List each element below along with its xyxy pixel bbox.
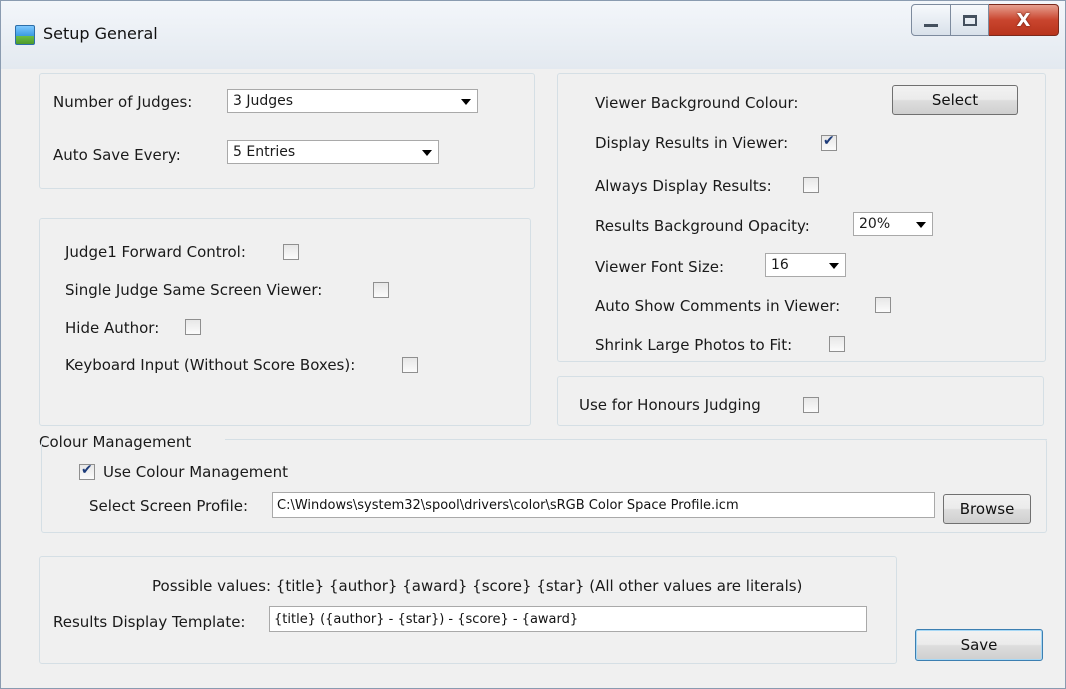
keyboard-input-label: Keyboard Input (Without Score Boxes): [65,356,356,374]
auto-save-value: 5 Entries [233,144,296,160]
single-judge-checkbox[interactable] [373,282,389,298]
keyboard-input-checkbox[interactable] [402,357,418,373]
always-display-label: Always Display Results: [595,177,772,195]
use-colour-management-label: Use Colour Management [103,463,289,481]
honours-judging-label: Use for Honours Judging [579,396,761,414]
minimize-button[interactable] [911,4,951,36]
chevron-down-icon [916,222,926,228]
number-of-judges-value: 3 Judges [233,93,294,109]
display-results-checkbox[interactable] [821,133,837,151]
screen-profile-field[interactable] [272,492,935,518]
save-button[interactable]: Save [915,629,1043,661]
viewer-font-size-label: Viewer Font Size: [595,258,725,276]
template-field[interactable] [269,606,867,632]
possible-values-text: Possible values: {title} {author} {award… [152,577,803,595]
opacity-value: 20% [859,216,891,232]
maximize-button[interactable] [951,4,989,36]
hide-author-label: Hide Author: [65,319,160,337]
judge1-forward-checkbox[interactable] [283,244,299,260]
viewer-bg-colour-label: Viewer Background Colour: [595,94,799,112]
shrink-photos-checkbox[interactable] [829,336,845,352]
auto-comments-checkbox[interactable] [875,297,891,313]
screen-profile-label: Select Screen Profile: [89,497,249,515]
auto-save-label: Auto Save Every: [53,146,181,164]
select-colour-button[interactable]: Select [892,85,1018,115]
window-title: Setup General [43,24,158,43]
opacity-select[interactable]: 20% [853,212,933,236]
template-label: Results Display Template: [53,613,246,631]
chevron-down-icon [422,150,432,156]
close-button[interactable]: X [989,4,1059,36]
app-icon [15,25,35,45]
colour-management-group [41,439,1047,533]
opacity-label: Results Background Opacity: [595,217,810,235]
viewer-font-size-select[interactable]: 16 [765,253,846,277]
single-judge-label: Single Judge Same Screen Viewer: [65,281,323,299]
honours-judging-checkbox[interactable] [803,397,819,413]
maximize-icon [962,14,977,26]
group-divider [225,439,1047,440]
browse-button[interactable]: Browse [943,494,1031,524]
always-display-checkbox[interactable] [803,177,819,193]
chevron-down-icon [829,263,839,269]
close-icon: X [1016,9,1031,31]
auto-comments-label: Auto Show Comments in Viewer: [595,297,841,315]
viewer-font-size-value: 16 [771,257,789,273]
minimize-icon [924,23,938,27]
number-of-judges-select[interactable]: 3 Judges [227,89,478,113]
chevron-down-icon [461,99,471,105]
shrink-photos-label: Shrink Large Photos to Fit: [595,336,793,354]
use-colour-management-checkbox[interactable] [79,462,95,480]
judge1-forward-label: Judge1 Forward Control: [65,243,246,261]
display-results-label: Display Results in Viewer: [595,134,789,152]
number-of-judges-label: Number of Judges: [53,93,193,111]
setup-general-window: Setup General X Number of Judges: 3 Judg… [0,0,1066,689]
title-bar[interactable]: Setup General X [1,1,1065,69]
auto-save-select[interactable]: 5 Entries [227,140,439,164]
hide-author-checkbox[interactable] [185,319,201,335]
